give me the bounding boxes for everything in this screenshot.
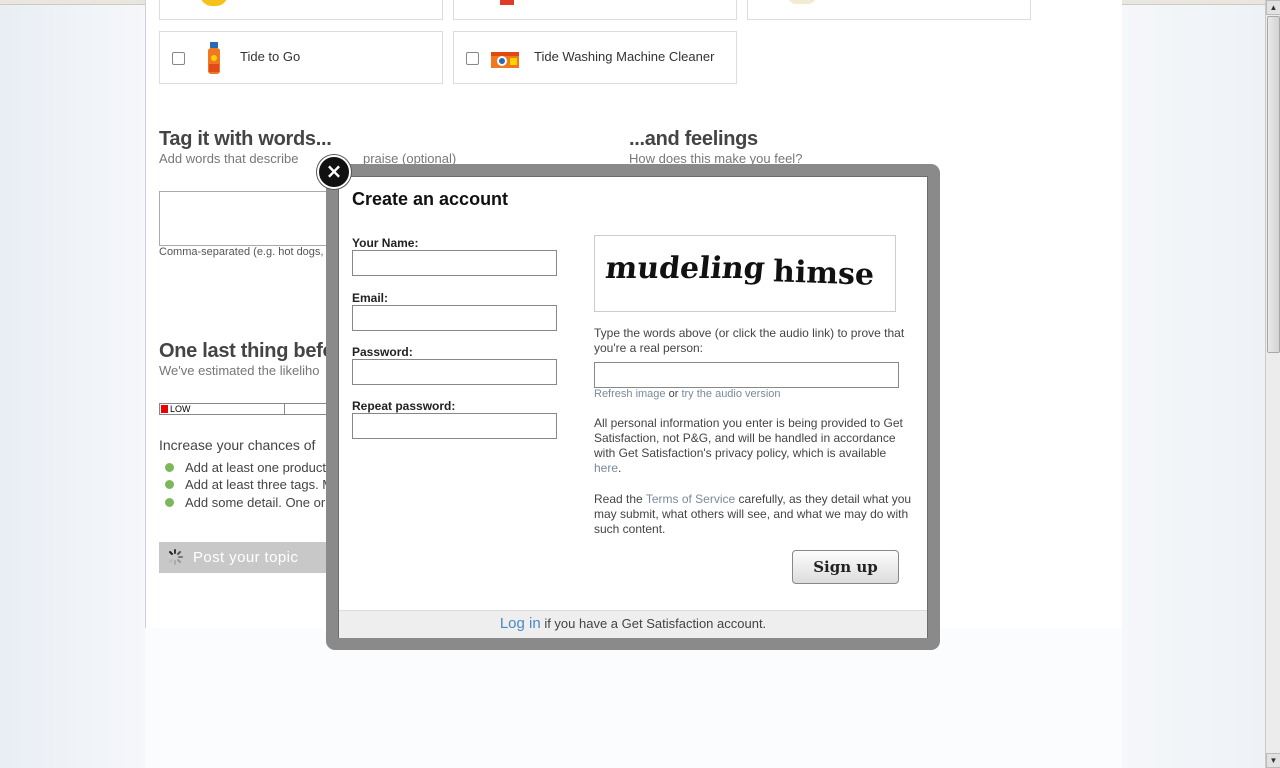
captcha-image: mudeling himse xyxy=(594,235,896,312)
create-account-modal: Create an account Your Name: Email: Pass… xyxy=(338,176,928,638)
likelihood-meter-fill xyxy=(161,405,168,413)
log-in-link[interactable]: Log in xyxy=(500,615,541,632)
product-card-partial[interactable] xyxy=(453,0,737,20)
tos-prefix: Read the xyxy=(594,492,643,506)
meter-divider xyxy=(284,404,285,414)
last-thing-subheading: We've estimated the likeliho xyxy=(159,363,320,378)
tags-input[interactable] xyxy=(159,191,339,246)
refresh-image-link[interactable]: Refresh image xyxy=(594,388,666,400)
product-checkbox[interactable] xyxy=(466,52,479,65)
product-name: Tide Washing Machine Cleaner xyxy=(534,49,715,64)
repeat-password-input[interactable] xyxy=(352,413,557,439)
product-checkbox[interactable] xyxy=(172,52,185,65)
scroll-down-arrow-icon[interactable]: ▼ xyxy=(1266,753,1280,768)
post-topic-label: Post your topic xyxy=(193,549,299,566)
loading-spinner-icon xyxy=(167,549,183,565)
product-card-partial[interactable] xyxy=(747,0,1031,20)
captcha-word: mudeling xyxy=(604,251,767,286)
name-label: Your Name: xyxy=(352,236,419,250)
tide-to-go-pen-icon xyxy=(208,42,220,74)
email-input[interactable] xyxy=(352,305,557,331)
product-thumb-icon xyxy=(788,0,816,4)
name-input[interactable] xyxy=(352,250,557,276)
tip-item: Add some detail. One or tw xyxy=(185,495,342,510)
tip-item: Add at least one product or xyxy=(185,460,342,475)
product-card[interactable]: Tide Washing Machine Cleaner xyxy=(453,31,737,84)
tags-hint: Comma-separated (e.g. hot dogs, ca xyxy=(159,246,339,258)
tip-bullet-icon xyxy=(165,480,174,489)
product-name: Tide to Go xyxy=(240,49,301,64)
password-input[interactable] xyxy=(352,359,557,385)
sign-up-button[interactable]: Sign up xyxy=(792,550,899,584)
scroll-up-arrow-icon[interactable]: ▲ xyxy=(1266,0,1280,15)
likelihood-meter: LOW xyxy=(159,403,339,415)
terms-of-service-link[interactable]: Terms of Service xyxy=(646,492,735,506)
email-label: Email: xyxy=(352,291,389,305)
tip-bullet-icon xyxy=(165,498,174,507)
feelings-heading: ...and feelings xyxy=(629,128,758,150)
or-text: or xyxy=(668,388,679,400)
captcha-input[interactable] xyxy=(594,362,899,388)
tags-heading: Tag it with words... xyxy=(159,128,332,150)
vertical-scrollbar[interactable]: ▲ ▼ xyxy=(1265,0,1280,768)
captcha-image-graphic: mudeling himse xyxy=(604,251,875,293)
last-thing-heading: One last thing before xyxy=(159,340,353,362)
modal-title: Create an account xyxy=(352,189,509,209)
product-card[interactable]: Tide to Go xyxy=(159,31,443,84)
modal-footer: Log in if you have a Get Satisfaction ac… xyxy=(339,610,927,638)
product-thumb-icon xyxy=(200,0,228,6)
tip-bullet-icon xyxy=(165,463,174,472)
repeat-password-label: Repeat password: xyxy=(352,399,456,413)
privacy-notice: All personal information you enter is be… xyxy=(594,416,903,475)
post-topic-button[interactable]: Post your topic xyxy=(159,542,329,573)
captcha-word: himse xyxy=(773,254,875,293)
scrollbar-thumb[interactable] xyxy=(1267,16,1280,353)
likelihood-meter-label: LOW xyxy=(170,404,191,414)
increase-chances-text: Increase your chances of xyxy=(159,437,316,453)
tip-item: Add at least three tags. Mo xyxy=(185,477,341,492)
tos-notice: Read the Terms of Service carefully, as … xyxy=(594,492,916,537)
close-icon[interactable]: × xyxy=(317,155,351,189)
product-thumb-icon xyxy=(500,0,514,5)
tags-subheading: Add words that describe xyxy=(159,151,299,166)
privacy-text: All personal information you enter is be… xyxy=(594,416,903,460)
product-card-partial[interactable] xyxy=(159,0,443,20)
password-label: Password: xyxy=(352,345,413,359)
captcha-links: Refresh image or try the audio version xyxy=(594,388,781,400)
captcha-instructions: Type the words above (or click the audio… xyxy=(594,326,905,355)
privacy-here-link[interactable]: here xyxy=(594,461,618,475)
tide-washing-machine-cleaner-box-icon xyxy=(491,52,519,68)
audio-version-link[interactable]: try the audio version xyxy=(681,388,780,400)
footer-text: if you have a Get Satisfaction account. xyxy=(544,616,767,631)
